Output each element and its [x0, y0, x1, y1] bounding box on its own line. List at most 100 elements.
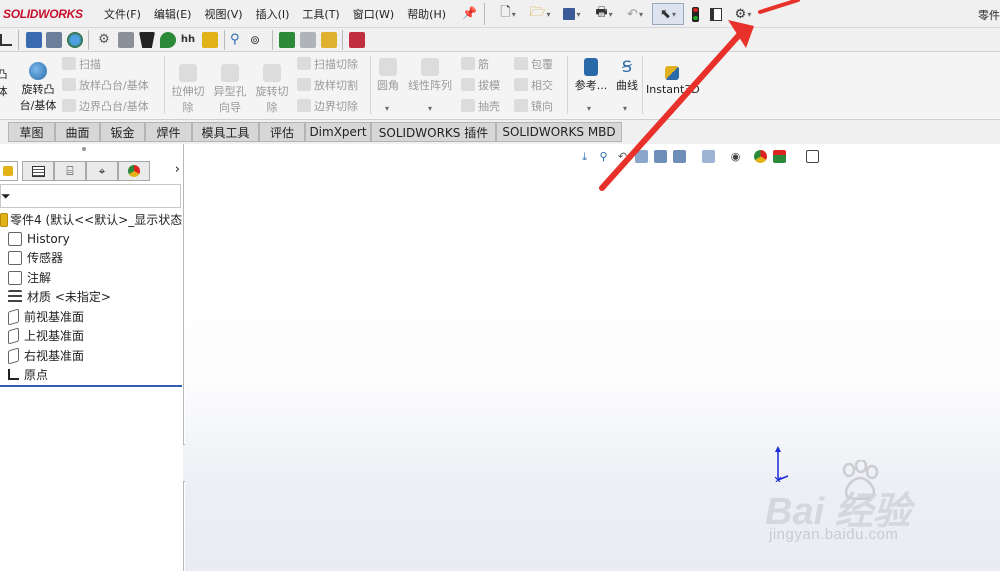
print-preview-icon[interactable] — [300, 32, 316, 48]
view-orientation-icon[interactable] — [673, 149, 686, 163]
linear-pattern-button[interactable]: 线性阵列 — [405, 58, 455, 94]
menu-window[interactable]: 窗口(W) — [353, 6, 394, 22]
lofted-cut-button[interactable]: 放样切割 — [297, 77, 358, 94]
measure-icon[interactable]: hh — [180, 32, 196, 48]
reference-dropdown-icon[interactable]: ▾ — [587, 104, 591, 113]
property-manager-tab[interactable] — [22, 161, 54, 181]
chevron-right-icon[interactable]: › — [175, 162, 180, 177]
tab-sketch[interactable]: 草图 — [8, 122, 55, 142]
loft-icon — [62, 78, 76, 91]
boundary-boss-button[interactable]: 边界凸台/基体 — [62, 98, 149, 115]
reference-geometry-button[interactable]: 参考... — [572, 58, 610, 94]
menu-edit[interactable]: 编辑(E) — [154, 6, 192, 22]
curves-dropdown-icon[interactable]: ▾ — [623, 104, 627, 113]
wrap-button[interactable]: 包覆 — [514, 56, 553, 73]
select-icon[interactable]: ⬉ — [652, 3, 684, 25]
tree-item-front-plane[interactable]: 前视基准面 — [8, 307, 84, 326]
rib-button[interactable]: 筋 — [461, 56, 489, 73]
tab-dimxpert[interactable]: DimXpert — [305, 122, 371, 142]
display-icon[interactable] — [26, 32, 42, 48]
zoom-area-icon[interactable]: ⚲ — [597, 150, 610, 163]
intersect-button[interactable]: 相交 — [514, 77, 553, 94]
tree-filter-field[interactable]: ⏷ — [0, 184, 181, 208]
revolve-boss-button[interactable]: 旋转凸 台/基体 — [18, 62, 58, 114]
reference-label: 参考... — [574, 79, 608, 92]
globe-icon[interactable] — [67, 32, 83, 48]
display-style-icon[interactable] — [702, 149, 715, 163]
tree-item-top-plane[interactable]: 上视基准面 — [8, 326, 84, 345]
tree-item-right-plane[interactable]: 右视基准面 — [8, 346, 84, 365]
revolve-cut-button[interactable]: 旋转切 除 — [252, 64, 292, 116]
menu-file[interactable]: 文件(F) — [104, 6, 141, 22]
network-icon[interactable] — [46, 32, 62, 48]
hide-show-items-icon[interactable]: ◉ — [729, 150, 742, 163]
tree-item-sensors[interactable]: 传感器 — [8, 248, 63, 267]
tree-item-material[interactable]: 材质 <未指定> — [8, 287, 111, 306]
apply-scene-icon[interactable] — [773, 149, 786, 163]
feature-manager-tab[interactable] — [0, 161, 18, 181]
extrude-boss-button[interactable]: 凸 体 — [0, 66, 10, 100]
pin-menu-icon[interactable]: 📌 — [462, 6, 477, 20]
swept-cut-button[interactable]: 扫描切除 — [297, 56, 358, 73]
tab-surface[interactable]: 曲面 — [55, 122, 100, 142]
configuration-manager-tab[interactable]: ⌸ — [54, 161, 86, 181]
curves-button[interactable]: Ꞩ 曲线 — [612, 58, 642, 94]
loft-boss-button[interactable]: 放样凸台/基体 — [62, 77, 149, 94]
report-icon[interactable] — [349, 32, 365, 48]
options-icon[interactable]: ⚙ — [96, 32, 112, 48]
toolbox-icon[interactable] — [202, 32, 218, 48]
previous-view-icon[interactable]: ↶ — [616, 150, 629, 163]
tree-item-origin[interactable]: 原点 — [8, 365, 48, 384]
instant3d-button[interactable]: Instant3D — [646, 66, 700, 98]
tree-item-history[interactable]: History — [8, 229, 70, 248]
tree-root-part[interactable]: 零件4 (默认<<默认>_显示状态 — [0, 210, 182, 229]
dimxpert-manager-tab[interactable]: ⌖ — [86, 161, 118, 181]
tab-solidworks-mbd[interactable]: SOLIDWORKS MBD — [496, 122, 622, 142]
rebuild-icon[interactable] — [688, 3, 702, 25]
undo-icon[interactable]: ↶ — [622, 3, 648, 25]
binoculars-icon[interactable]: ⊚ — [250, 32, 266, 48]
menu-view[interactable]: 视图(V) — [204, 6, 242, 22]
open-icon[interactable]: 🗁 — [524, 3, 556, 25]
tree-rollback-bar[interactable] — [0, 385, 182, 387]
file-properties-icon[interactable] — [708, 3, 724, 25]
boundary-cut-button[interactable]: 边界切除 — [297, 98, 358, 115]
pattern-dropdown-icon[interactable]: ▾ — [428, 104, 432, 113]
fillet-button[interactable]: 圆角 — [374, 58, 402, 94]
tab-solidworks-addins[interactable]: SOLIDWORKS 插件 — [371, 122, 496, 142]
menu-tools[interactable]: 工具(T) — [302, 6, 339, 22]
image-icon[interactable] — [321, 32, 337, 48]
print-icon[interactable]: 🖶 — [589, 3, 619, 25]
menu-help[interactable]: 帮助(H) — [407, 6, 446, 22]
solidworks-logo[interactable]: SOLIDWORKS — [0, 0, 90, 28]
hole-wizard-button[interactable]: 异型孔 向导 — [210, 64, 250, 116]
new-document-icon[interactable]: 🗋 — [494, 3, 522, 25]
tab-sheet-metal[interactable]: 钣金 — [100, 122, 145, 142]
tree-item-annotations[interactable]: 注解 — [8, 268, 51, 287]
extrude-cut-button[interactable]: 拉伸切 除 — [168, 64, 208, 116]
mirror-button[interactable]: 镜向 — [514, 98, 553, 115]
dynamic-annotation-icon[interactable] — [654, 149, 667, 163]
location-icon[interactable] — [160, 32, 176, 48]
sketch-icon[interactable] — [0, 34, 12, 46]
options-gear-icon[interactable]: ⚙ — [728, 3, 758, 25]
tab-weldments[interactable]: 焊件 — [145, 122, 192, 142]
section-view-icon[interactable] — [635, 149, 648, 163]
tab-mold-tools[interactable]: 模具工具 — [192, 122, 259, 142]
excel-export-icon[interactable] — [279, 32, 295, 48]
draft-button[interactable]: 拔模 — [461, 77, 500, 94]
bucket-icon[interactable] — [139, 32, 155, 48]
save-icon[interactable] — [558, 3, 586, 25]
fillet-dropdown-icon[interactable]: ▾ — [385, 104, 389, 113]
view-settings-icon[interactable] — [806, 149, 819, 163]
panel-grip[interactable] — [82, 147, 86, 151]
part-gear-icon[interactable] — [118, 32, 134, 48]
sweep-button[interactable]: 扫描 — [62, 56, 101, 73]
zoom-to-fit-icon[interactable]: ⤓ — [578, 150, 591, 163]
display-manager-tab[interactable] — [118, 161, 150, 181]
search-icon[interactable]: ⚲ — [230, 32, 246, 48]
edit-appearance-icon[interactable] — [754, 149, 767, 163]
menu-insert[interactable]: 插入(I) — [256, 6, 290, 22]
shell-button[interactable]: 抽壳 — [461, 98, 500, 115]
tab-evaluate[interactable]: 评估 — [259, 122, 305, 142]
